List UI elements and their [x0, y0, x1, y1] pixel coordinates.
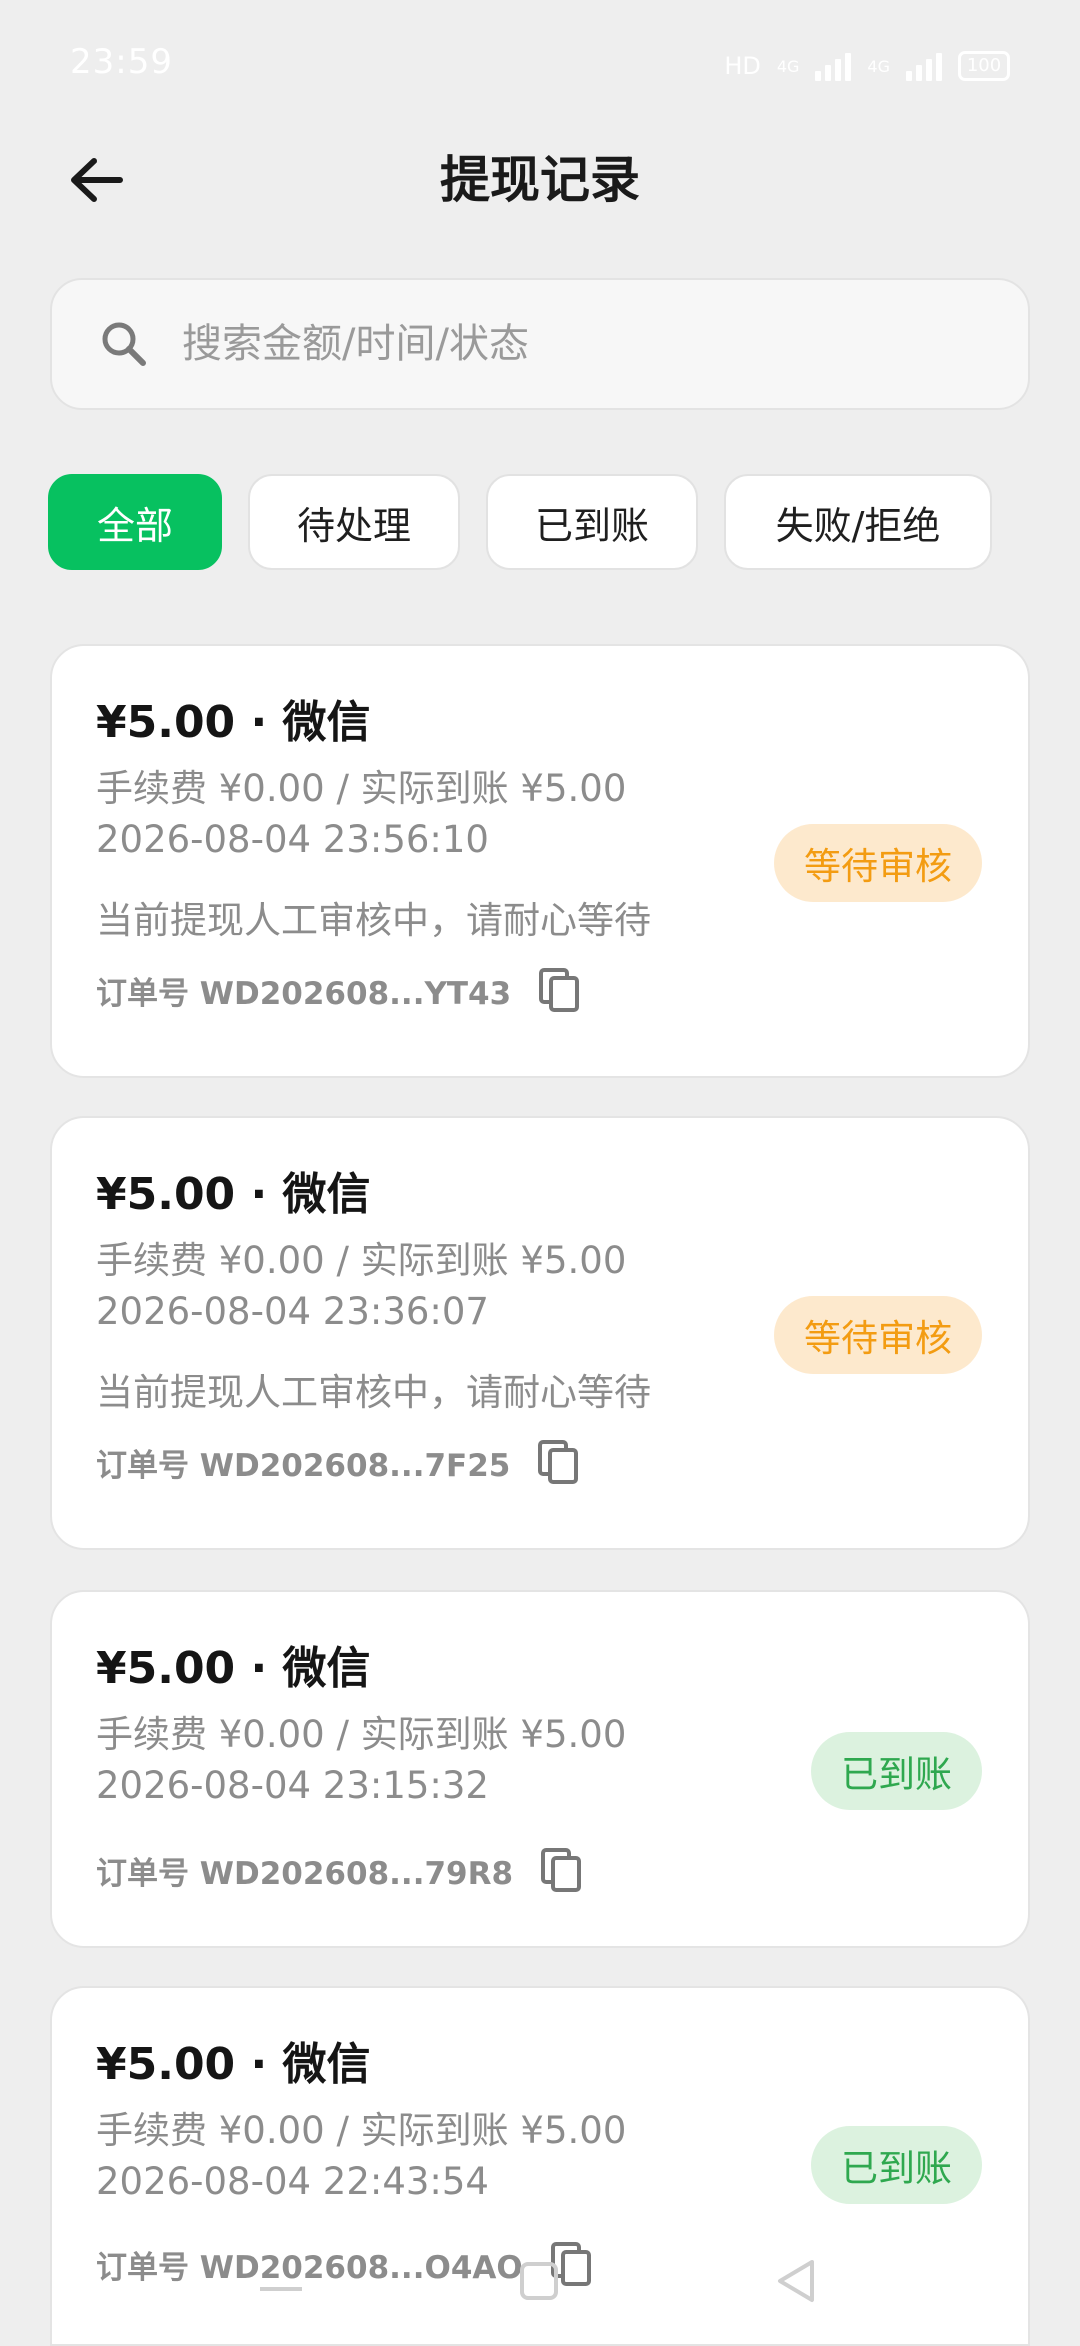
copy-icon[interactable]	[535, 964, 583, 1016]
copy-icon[interactable]	[547, 2238, 595, 2290]
filter-failed-rejected[interactable]: 失败/拒绝	[724, 474, 992, 570]
page-title: 提现记录	[440, 151, 640, 209]
record-fee: 手续费 ¥0.00 / 实际到账 ¥5.00	[96, 2109, 627, 2152]
record-fee: 手续费 ¥0.00 / 实际到账 ¥5.00	[96, 767, 627, 810]
record-order: 订单号 WD202608...79R8	[96, 1844, 585, 1896]
record-time: 2026-08-04 23:36:07	[96, 1290, 489, 1333]
record-amount: ¥5.00 · 微信	[96, 697, 371, 748]
status-badge: 已到账	[811, 2126, 982, 2204]
status-badge: 等待审核	[774, 824, 982, 902]
order-number: 订单号 WD202608...7F25	[96, 1447, 511, 1484]
record-card[interactable]: ¥5.00 · 微信 手续费 ¥0.00 / 实际到账 ¥5.00 2026-0…	[50, 1590, 1030, 1948]
filter-tabs: 全部 待处理 已到账 失败/拒绝	[48, 474, 992, 570]
filter-arrived[interactable]: 已到账	[486, 474, 698, 570]
record-order: 订单号 WD202608...YT43	[96, 964, 583, 1016]
record-note: 当前提现人工审核中，请耐心等待	[96, 1371, 651, 1414]
status-bar: 23:59 HD 4G 4G 100	[0, 0, 1080, 130]
filter-all[interactable]: 全部	[48, 474, 222, 570]
battery-icon: 100	[958, 51, 1010, 81]
record-time: 2026-08-04 22:43:54	[96, 2160, 489, 2203]
record-order: 订单号 WD202608...O4AO	[96, 2238, 595, 2290]
order-number: 订单号 WD202608...O4AO	[96, 2249, 523, 2286]
record-note: 当前提现人工审核中，请耐心等待	[96, 899, 651, 942]
status-icons: HD 4G 4G 100	[724, 46, 1010, 86]
order-number: 订单号 WD202608...79R8	[96, 1855, 514, 1892]
signal-icon	[815, 51, 852, 81]
record-fee: 手续费 ¥0.00 / 实际到账 ¥5.00	[96, 1239, 627, 1282]
record-card[interactable]: ¥5.00 · 微信 手续费 ¥0.00 / 实际到账 ¥5.00 2026-0…	[50, 1116, 1030, 1550]
record-time: 2026-08-04 23:56:10	[96, 818, 489, 861]
record-amount: ¥5.00 · 微信	[96, 1643, 371, 1694]
hd-indicator: HD	[724, 52, 761, 80]
status-time: 23:59	[70, 42, 173, 82]
record-fee: 手续费 ¥0.00 / 实际到账 ¥5.00	[96, 1713, 627, 1756]
search-icon	[96, 316, 152, 372]
status-badge: 已到账	[811, 1732, 982, 1810]
status-badge: 等待审核	[774, 1296, 982, 1374]
record-amount: ¥5.00 · 微信	[96, 1169, 371, 1220]
record-card[interactable]: ¥5.00 · 微信 手续费 ¥0.00 / 实际到账 ¥5.00 2026-0…	[50, 1986, 1030, 2346]
copy-icon[interactable]	[534, 1436, 582, 1488]
network-label-2: 4G	[867, 56, 890, 76]
order-number: 订单号 WD202608...YT43	[96, 975, 512, 1012]
filter-pending[interactable]: 待处理	[248, 474, 460, 570]
record-card[interactable]: ¥5.00 · 微信 手续费 ¥0.00 / 实际到账 ¥5.00 2026-0…	[50, 644, 1030, 1078]
record-amount: ¥5.00 · 微信	[96, 2039, 371, 2090]
record-time: 2026-08-04 23:15:32	[96, 1764, 489, 1807]
copy-icon[interactable]	[537, 1844, 585, 1896]
header: 提现记录	[0, 130, 1080, 220]
record-order: 订单号 WD202608...7F25	[96, 1436, 582, 1488]
search-box[interactable]	[50, 278, 1030, 410]
network-label-1: 4G	[776, 56, 800, 76]
search-input[interactable]	[180, 320, 984, 368]
signal-icon-2	[906, 51, 942, 81]
